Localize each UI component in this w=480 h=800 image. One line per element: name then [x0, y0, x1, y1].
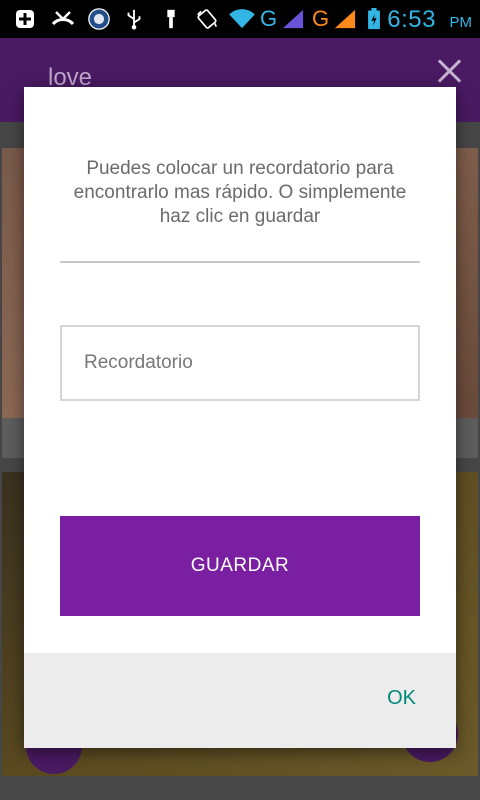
dialog-message: Puedes colocar un recordatorio para enco… — [73, 158, 407, 227]
rotate-icon — [197, 9, 218, 29]
reminder-dialog: Puedes colocar un recordatorio para enco… — [24, 87, 456, 748]
save-button[interactable]: GUARDAR — [60, 516, 420, 616]
missed-call-icon — [51, 11, 75, 26]
usb-icon — [127, 9, 141, 30]
ok-button[interactable]: OK — [387, 687, 416, 710]
signal-icon-2 — [334, 9, 356, 29]
signal-icon — [282, 9, 304, 29]
divider — [60, 261, 420, 263]
dialog-footer: OK — [24, 653, 456, 748]
battery-charging-icon — [368, 8, 380, 30]
close-icon[interactable] — [436, 58, 462, 84]
wifi-icon — [229, 9, 255, 29]
status-ampm: PM — [449, 14, 473, 31]
add-icon — [16, 10, 34, 28]
reminder-input[interactable] — [60, 325, 420, 401]
app-badge-icon — [88, 8, 110, 30]
status-time: 6:53 — [387, 6, 436, 33]
usb-debug-icon — [167, 9, 175, 29]
network-type-label-2: G — [312, 6, 330, 31]
status-bar: G G 6:53 PM — [0, 0, 480, 38]
network-type-label: G — [260, 6, 278, 31]
